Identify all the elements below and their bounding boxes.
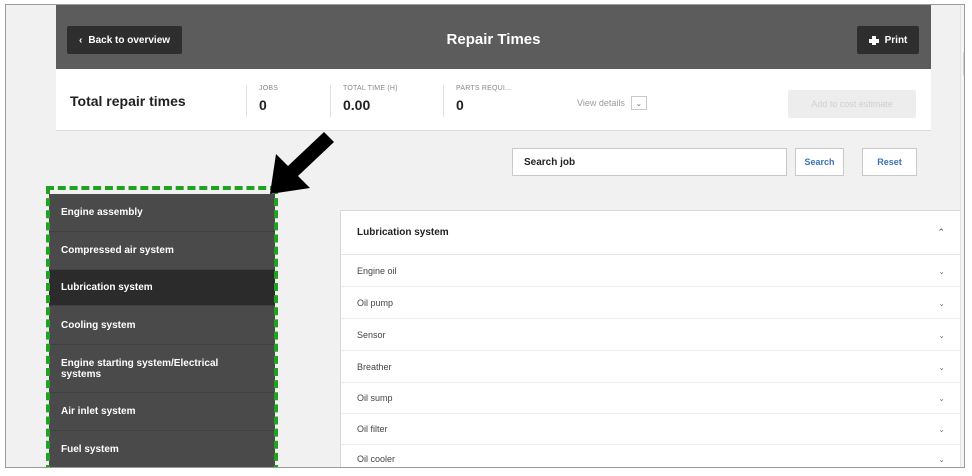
divider — [443, 85, 444, 117]
job-row[interactable]: Oil sump ⌄ — [341, 383, 961, 414]
search-button[interactable]: Search — [795, 148, 844, 176]
sidebar-item-compressed-air-system[interactable]: Compressed air system — [49, 232, 275, 270]
sidebar-item-fuel-system[interactable]: Fuel system — [49, 431, 275, 467]
job-row-label: Oil cooler — [357, 454, 396, 464]
reset-button[interactable]: Reset — [862, 148, 917, 176]
chevron-down-icon: ⌄ — [938, 267, 945, 276]
chevron-down-icon: ⌄ — [938, 331, 945, 340]
divider — [330, 85, 331, 117]
sidebar-item-lubrication-system[interactable]: Lubrication system — [49, 270, 275, 306]
job-group-panel: Lubrication system ⌃ Engine oil ⌄ Oil pu… — [340, 210, 962, 467]
chevron-down-icon: ⌄ — [630, 96, 647, 110]
view-details-toggle[interactable]: View details ⌄ — [577, 96, 647, 110]
print-button-label: Print — [884, 34, 908, 46]
job-row[interactable]: Oil cooler ⌄ — [341, 444, 961, 467]
arrow-pointer-icon — [270, 132, 334, 194]
job-row[interactable]: Breather ⌄ — [341, 352, 961, 383]
total-time-value: 0.00 — [343, 97, 371, 113]
job-row-label: Oil sump — [357, 393, 393, 403]
sidebar-item-air-inlet-system[interactable]: Air inlet system — [49, 393, 275, 431]
vertical-scrollbar[interactable] — [960, 5, 964, 467]
chevron-down-icon: ⌄ — [938, 455, 945, 464]
job-row[interactable]: Sensor ⌄ — [341, 320, 961, 351]
parts-stat: PARTS REQUI... 0 — [456, 85, 511, 113]
job-row[interactable]: Engine oil ⌄ — [341, 256, 961, 287]
job-row[interactable]: Oil filter ⌄ — [341, 414, 961, 445]
job-row-label: Engine oil — [357, 266, 397, 276]
chevron-down-icon: ⌄ — [938, 425, 945, 434]
printer-icon — [868, 35, 879, 45]
total-time-stat: TOTAL TIME (H) 0.00 — [343, 85, 398, 113]
header-bar: ‹ Back to overview Repair Times Print — [56, 5, 931, 69]
job-row[interactable]: Oil pump ⌄ — [341, 288, 961, 319]
totals-title: Total repair times — [70, 93, 186, 109]
jobs-value: 0 — [259, 97, 267, 113]
chevron-up-icon: ⌃ — [937, 227, 945, 237]
chevron-down-icon: ⌄ — [938, 394, 945, 403]
add-to-cost-estimate-button[interactable]: Add to cost estimate — [788, 90, 916, 118]
print-button[interactable]: Print — [857, 26, 919, 54]
sidebar-item-engine-assembly[interactable]: Engine assembly — [49, 194, 275, 232]
scrollbar-thumb[interactable] — [963, 51, 964, 77]
jobs-label: JOBS — [259, 85, 279, 92]
chevron-down-icon: ⌄ — [938, 363, 945, 372]
parts-label: PARTS REQUI... — [456, 85, 512, 92]
job-row-label: Oil pump — [357, 298, 394, 308]
app-window: ‹ Back to overview Repair Times Print To… — [5, 4, 965, 468]
divider — [246, 85, 247, 117]
job-row-label: Breather — [357, 362, 392, 372]
job-row-label: Oil filter — [357, 424, 388, 434]
chevron-down-icon: ⌄ — [938, 299, 945, 308]
system-sidebar: Engine assembly Compressed air system Lu… — [49, 194, 275, 467]
panel-header[interactable]: Lubrication system ⌃ — [341, 211, 961, 255]
page-title: Repair Times — [446, 31, 541, 48]
jobs-stat: JOBS 0 — [259, 85, 278, 113]
parts-value: 0 — [456, 97, 464, 113]
total-time-label: TOTAL TIME (H) — [343, 85, 398, 92]
search-job-input[interactable]: Search job — [512, 148, 787, 176]
panel-title: Lubrication system — [357, 227, 449, 238]
job-row-label: Sensor — [357, 330, 386, 340]
sidebar-item-engine-starting-system[interactable]: Engine starting system/Electrical system… — [49, 345, 275, 393]
view-details-label: View details — [577, 98, 625, 108]
sidebar-item-cooling-system[interactable]: Cooling system — [49, 306, 275, 345]
totals-bar: Total repair times JOBS 0 TOTAL TIME (H)… — [56, 69, 931, 131]
